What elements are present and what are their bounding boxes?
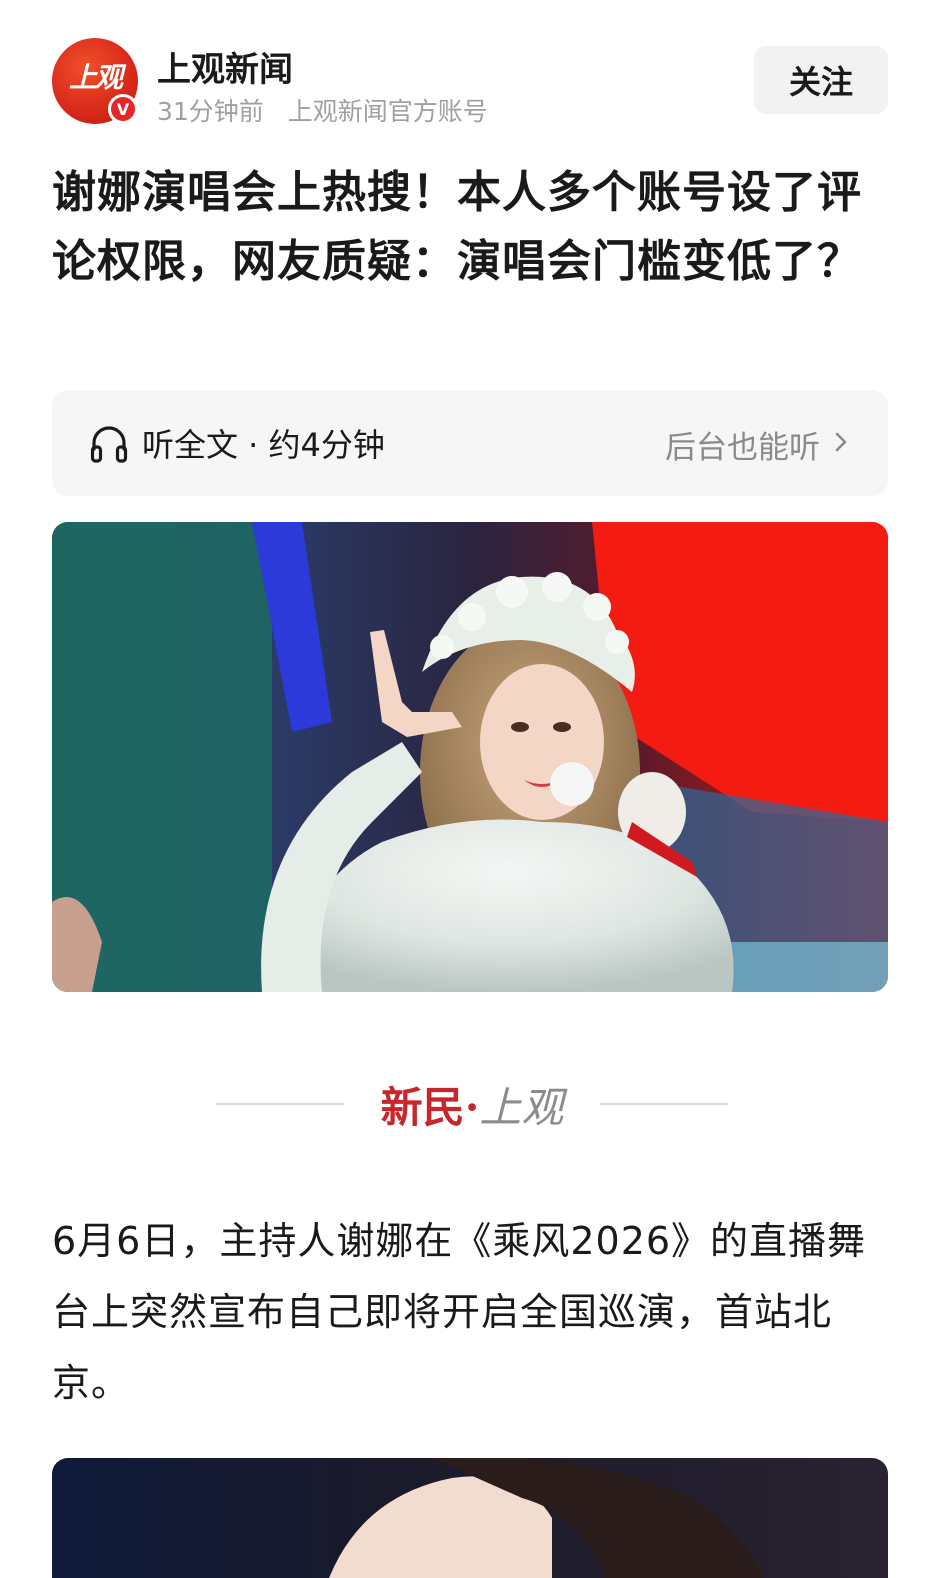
- account-type: 上观新闻官方账号: [287, 97, 488, 126]
- headphone-icon: [90, 426, 128, 463]
- publish-time: 31分钟前: [157, 97, 264, 126]
- divider-line-right: [600, 1103, 728, 1105]
- brand-divider: 新民·上观: [216, 1070, 728, 1136]
- follow-button[interactable]: 关注: [754, 46, 888, 114]
- divider-line-left: [216, 1103, 344, 1105]
- article-photo-singer[interactable]: [52, 522, 888, 992]
- second-photo-illustration: [52, 1458, 888, 1578]
- article-paragraph: 6月6日，主持人谢娜在《乘风2026》的直播舞台上突然宣布自己即将开启全国巡演，…: [52, 1219, 867, 1405]
- stage-photo-illustration: [52, 522, 888, 992]
- brand-separator: ·: [464, 1083, 480, 1132]
- article-header: 上观 V 上观新闻 31分钟前 上观新闻官方账号 关注: [52, 38, 888, 126]
- article-meta: 31分钟前 上观新闻官方账号: [157, 92, 488, 128]
- listen-label: 听全文 · 约4分钟: [142, 426, 385, 464]
- source-name[interactable]: 上观新闻: [157, 42, 293, 91]
- source-avatar[interactable]: 上观 V: [52, 38, 138, 124]
- verified-badge-icon: V: [108, 94, 138, 124]
- brand-xinmin: 新民: [380, 1083, 465, 1132]
- listen-full-text-bar[interactable]: 听全文 · 约4分钟 后台也能听: [52, 390, 888, 496]
- chevron-right-icon: [835, 432, 847, 452]
- brand-logo-text: 新民·上观: [358, 1074, 586, 1135]
- article-title: 谢娜演唱会上热搜！本人多个账号设了评论权限，网友质疑：演唱会门槛变低了？: [52, 167, 862, 287]
- avatar-logo-text: 上观: [68, 61, 123, 94]
- article-photo-second[interactable]: [52, 1458, 888, 1578]
- background-listen-link[interactable]: 后台也能听: [665, 422, 820, 467]
- brand-shangguan: 上观: [479, 1083, 564, 1132]
